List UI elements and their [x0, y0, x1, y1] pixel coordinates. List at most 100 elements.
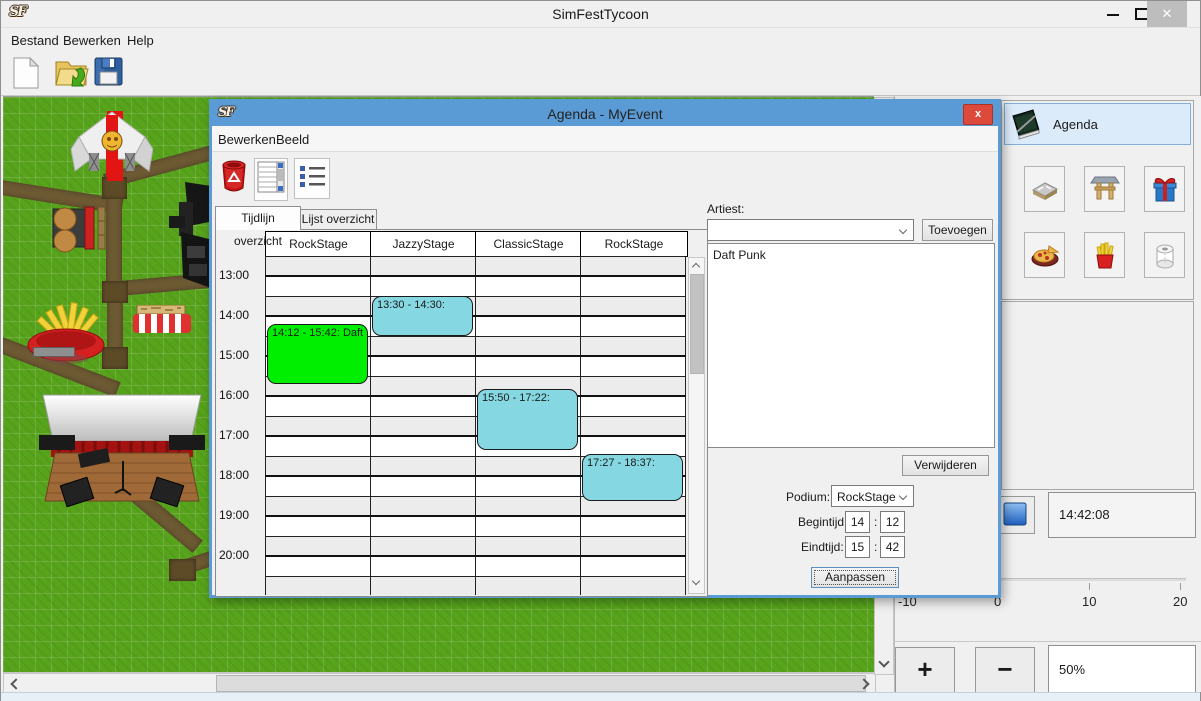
time-colon: :	[874, 540, 877, 554]
delete-event-button[interactable]	[220, 158, 248, 198]
scroll-up-icon[interactable]	[692, 263, 700, 271]
tick-label-10: 10	[1082, 594, 1096, 609]
road-tile-icon	[1030, 174, 1060, 204]
podium-combo-value: RockStage	[837, 490, 896, 504]
shop-item-fries-button[interactable]	[1084, 232, 1125, 278]
menu-bestand[interactable]: Bestand	[11, 33, 59, 48]
window-title: SimFestTycoon	[1, 6, 1200, 22]
zoom-in-button[interactable]: +	[895, 647, 955, 694]
time-colon: :	[874, 515, 877, 529]
dialog-close-button[interactable]: x	[963, 104, 993, 125]
schedule-event[interactable]: 13:30 - 14:30:	[372, 296, 473, 336]
play-pause-button[interactable]	[995, 496, 1035, 534]
shop-item-gate-button[interactable]	[1084, 166, 1125, 212]
agenda-dialog: SF Agenda - MyEvent x Bewerken Beeld	[209, 99, 1001, 598]
column-header: RockStage	[580, 231, 688, 257]
zoom-value: 50%	[1059, 662, 1085, 677]
agenda-book-icon	[1011, 108, 1041, 140]
new-document-button[interactable]	[11, 56, 41, 95]
begin-minute-input[interactable]: 12	[880, 511, 905, 533]
add-artist-button[interactable]: Toevoegen	[922, 219, 993, 241]
time-label: 17:00	[219, 428, 263, 442]
scroll-down-icon[interactable]	[878, 656, 889, 667]
slider-tick	[1180, 583, 1181, 590]
schedule-event[interactable]: 17:27 - 18:37:	[582, 454, 683, 501]
schedule-event[interactable]: 14:12 - 15:42: Daft Punk	[267, 324, 368, 384]
end-time-label: Eindtijd:	[801, 540, 844, 554]
stage[interactable]	[39, 393, 205, 515]
schedule-event[interactable]: 15:50 - 17:22:	[477, 389, 578, 450]
menu-bewerken[interactable]: Bewerken	[63, 33, 121, 48]
open-file-button[interactable]	[53, 56, 91, 95]
schedule-grid[interactable]: 14:12 - 15:42: Daft Punk13:30 - 14:30: 15…	[265, 256, 686, 595]
timeline-view-button[interactable]	[254, 158, 288, 201]
dialog-titlebar[interactable]: SF Agenda - MyEvent x	[212, 102, 998, 126]
scroll-down-icon[interactable]	[692, 577, 700, 585]
apply-button[interactable]: Aanpassen	[811, 567, 899, 588]
time-label: 20:00	[219, 548, 263, 562]
zoom-out-button[interactable]: −	[975, 647, 1035, 694]
torii-gate-icon	[1090, 174, 1120, 204]
shop-item-pizza-button[interactable]	[1024, 232, 1065, 278]
artist-label: Artiest:	[707, 202, 744, 216]
fries-stand[interactable]	[21, 301, 113, 367]
chevron-down-icon	[899, 492, 907, 500]
dialog-menu-beeld[interactable]: Beeld	[276, 132, 309, 147]
begin-time-label: Begintijd:	[798, 515, 847, 529]
toilet-paper-icon	[1150, 240, 1180, 270]
timeline-view-icon	[257, 161, 285, 193]
new-document-icon	[11, 56, 41, 90]
market-stand[interactable]	[133, 305, 191, 335]
path-junction	[169, 559, 196, 581]
blue-square-icon	[1003, 502, 1027, 526]
wood-planks	[33, 347, 75, 357]
burger-stand[interactable]	[45, 203, 107, 253]
tab-tijdlijn-overzicht[interactable]: Tijdlijn overzicht	[215, 206, 301, 230]
agenda-label: Agenda	[1053, 117, 1098, 132]
clock-display: 14:42:08	[1048, 492, 1196, 538]
list-view-button[interactable]	[294, 158, 330, 199]
begin-hour-input[interactable]: 14	[845, 511, 870, 533]
toolbox-empty	[1001, 301, 1194, 490]
main-titlebar[interactable]: SF SimFestTycoon ✕	[1, 1, 1200, 27]
map-hscrollbar[interactable]	[3, 673, 876, 694]
shop-item-gift-button[interactable]	[1144, 166, 1185, 212]
table-vscrollbar[interactable]	[688, 257, 705, 594]
close-button[interactable]: ✕	[1147, 1, 1187, 27]
toolbox-top: Agenda	[1001, 100, 1194, 300]
artist-list[interactable]: Daft Punk	[707, 243, 995, 448]
save-floppy-icon	[93, 56, 124, 87]
end-minute-input[interactable]: 42	[880, 536, 905, 558]
artist-combobox[interactable]	[707, 219, 914, 241]
menu-help[interactable]: Help	[127, 33, 154, 48]
time-label: 19:00	[219, 508, 263, 522]
list-view-icon	[298, 163, 326, 189]
shop-item-road-button[interactable]	[1024, 166, 1065, 212]
gift-icon	[1150, 174, 1180, 204]
table-scroll-thumb[interactable]	[690, 274, 704, 374]
slider-tick	[1089, 583, 1090, 590]
time-label: 14:00	[219, 308, 263, 322]
end-hour-input[interactable]: 15	[845, 536, 870, 558]
hscroll-thumb[interactable]	[216, 675, 866, 692]
remove-button[interactable]: Verwijderen	[902, 455, 989, 476]
open-folder-icon	[53, 56, 91, 90]
tab-lijst-overzicht[interactable]: Lijst overzicht	[299, 209, 377, 230]
shop-item-toilet-paper-button[interactable]	[1144, 232, 1185, 278]
sidebar-item-agenda[interactable]: Agenda	[1004, 103, 1191, 145]
save-button[interactable]	[93, 56, 124, 92]
schedule-panel: RockStage JazzyStage ClassicStage RockSt…	[215, 229, 708, 597]
time-label: 13:00	[219, 268, 263, 282]
scroll-left-icon[interactable]	[10, 678, 21, 689]
artist-list-item[interactable]: Daft Punk	[708, 244, 994, 262]
main-menubar: Bestand Bewerken Help	[1, 27, 1200, 52]
clock-value: 14:42:08	[1059, 507, 1110, 522]
minimize-button[interactable]	[1099, 1, 1127, 27]
tent[interactable]	[71, 109, 153, 179]
dialog-menu-bewerken[interactable]: Bewerken	[218, 132, 276, 147]
chevron-down-icon	[899, 226, 907, 234]
podium-label: Podium:	[786, 490, 830, 504]
time-label: 18:00	[219, 468, 263, 482]
podium-combobox[interactable]: RockStage	[831, 485, 914, 507]
speaker-rig[interactable]	[165, 182, 213, 292]
